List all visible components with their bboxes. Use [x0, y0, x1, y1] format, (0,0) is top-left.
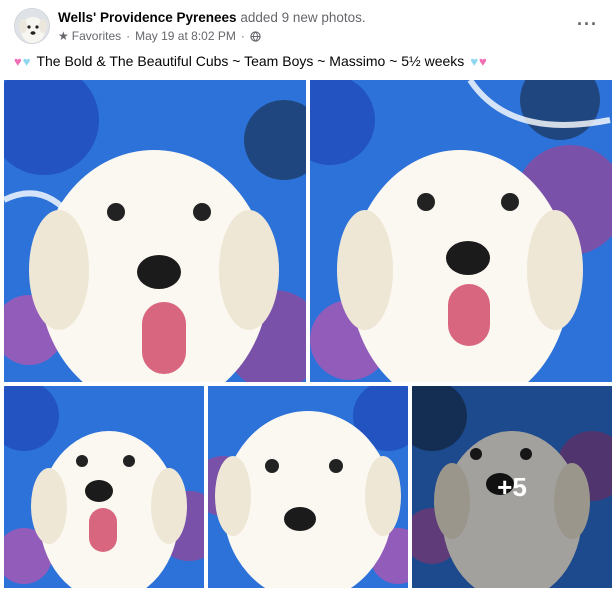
heart-emoji-group: ♥ ♥ — [14, 55, 30, 68]
post-caption: ♥ ♥ The Bold & The Beautiful Cubs ~ Team… — [14, 53, 487, 69]
pink-heart-icon: ♥ — [479, 53, 487, 69]
puppy-photo-5[interactable]: +5 — [412, 386, 612, 588]
page-avatar[interactable] — [14, 8, 50, 44]
star-icon: ★ — [58, 29, 69, 43]
separator-dot: · — [126, 29, 131, 43]
caption-text: The Bold & The Beautiful Cubs ~ Team Boy… — [36, 53, 465, 69]
post-header: Wells' Providence Pyrenees added 9 new p… — [14, 8, 602, 48]
puppy-photo-4[interactable] — [208, 386, 408, 588]
puppy-image — [4, 386, 204, 588]
puppy-photo-1[interactable] — [4, 80, 306, 382]
post-action-text: added 9 new photos. — [240, 10, 366, 25]
photo-grid: +5 — [4, 80, 612, 588]
puppy-image — [310, 80, 612, 382]
post-timestamp[interactable]: May 19 at 8:02 PM — [135, 29, 236, 43]
blue-heart-icon: ♥ — [470, 53, 479, 69]
puppy-photo-3[interactable] — [4, 386, 204, 588]
audience-label[interactable]: Favorites — [72, 29, 121, 43]
separator-dot: · — [240, 29, 245, 43]
globe-icon — [250, 30, 261, 42]
puppy-image — [208, 386, 408, 588]
author-line: Wells' Providence Pyrenees added 9 new p… — [58, 10, 366, 25]
puppy-image — [4, 80, 306, 382]
puppy-photo-2[interactable] — [310, 80, 612, 382]
photo-post: Wells' Providence Pyrenees added 9 new p… — [0, 0, 616, 596]
blue-heart-icon: ♥ — [22, 53, 31, 69]
post-meta: ★ Favorites · May 19 at 8:02 PM · — [58, 29, 261, 43]
author-name[interactable]: Wells' Providence Pyrenees — [58, 10, 237, 25]
heart-emoji-group: ♥ ♥ — [470, 55, 486, 68]
pink-heart-icon: ♥ — [14, 53, 22, 69]
more-photos-count[interactable]: +5 — [412, 386, 612, 588]
more-options-button[interactable]: ··· — [577, 14, 598, 35]
